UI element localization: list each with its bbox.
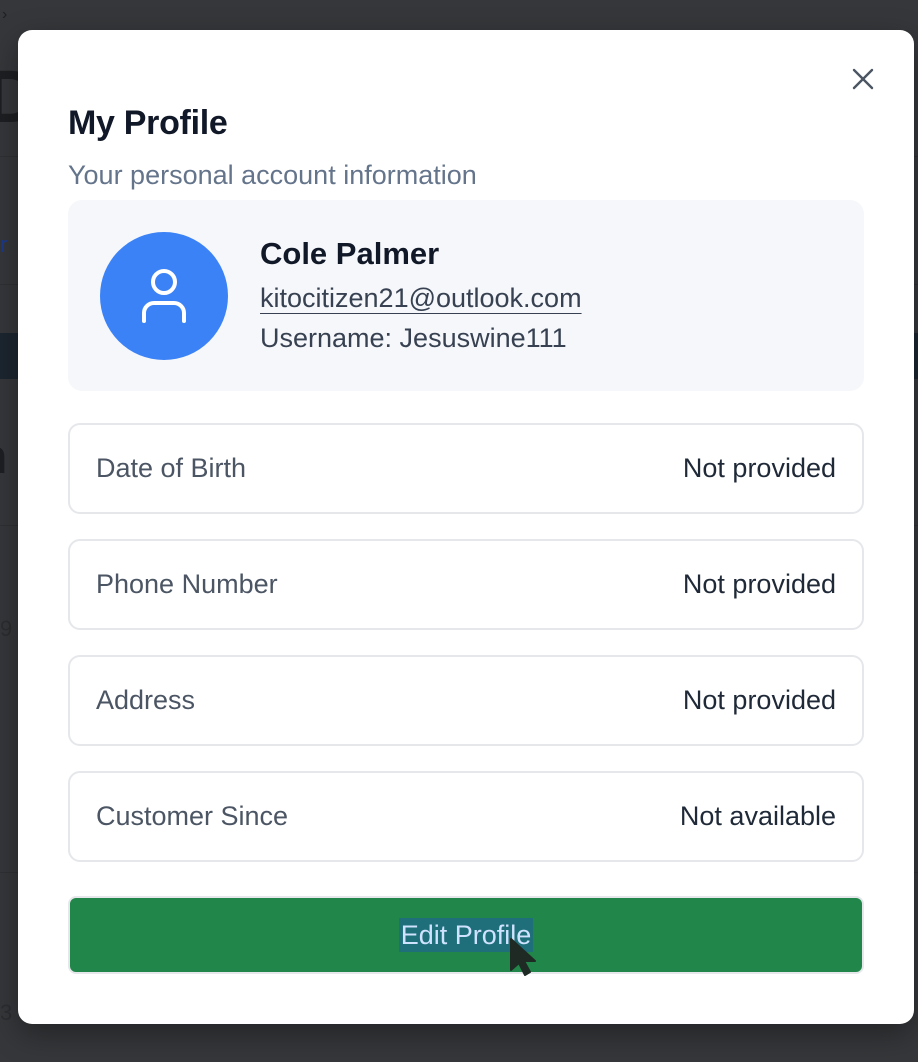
detail-label: Customer Since	[96, 801, 289, 831]
user-icon	[142, 269, 186, 323]
background-fragment: ›	[2, 6, 8, 23]
avatar	[100, 232, 228, 360]
profile-modal: My Profile Your personal account informa…	[18, 30, 914, 1024]
user-username: Username: Jesuswine111	[260, 323, 567, 353]
background-fragment: r	[0, 232, 8, 257]
detail-value: Not provided	[682, 453, 836, 483]
close-button[interactable]	[848, 64, 878, 94]
user-summary-card: Cole Palmer kitocitizen21@outlook.com Us…	[68, 200, 864, 391]
detail-label: Phone Number	[96, 569, 278, 599]
user-name: Cole Palmer	[260, 236, 440, 271]
detail-row-customer-since: Customer Since Not available	[68, 771, 864, 862]
background-fragment: n	[0, 430, 7, 485]
detail-label: Address	[96, 685, 196, 715]
detail-label: Date of Birth	[96, 453, 247, 483]
detail-row-phone-number: Phone Number Not provided	[68, 539, 864, 630]
close-icon	[852, 68, 874, 90]
modal-title: My Profile	[68, 104, 228, 142]
background-fragment: 9	[0, 616, 13, 641]
background-fragment: 3	[0, 1000, 13, 1025]
modal-subtitle: Your personal account information	[68, 160, 477, 190]
detail-value: Not provided	[682, 569, 836, 599]
mouse-cursor-icon	[510, 938, 536, 976]
user-email-link[interactable]: kitocitizen21@outlook.com	[260, 283, 582, 314]
detail-value: Not available	[679, 801, 836, 831]
detail-row-date-of-birth: Date of Birth Not provided	[68, 423, 864, 514]
edit-profile-button[interactable]: Edit Profile	[68, 896, 864, 974]
detail-value: Not provided	[682, 685, 836, 715]
detail-row-address: Address Not provided	[68, 655, 864, 746]
